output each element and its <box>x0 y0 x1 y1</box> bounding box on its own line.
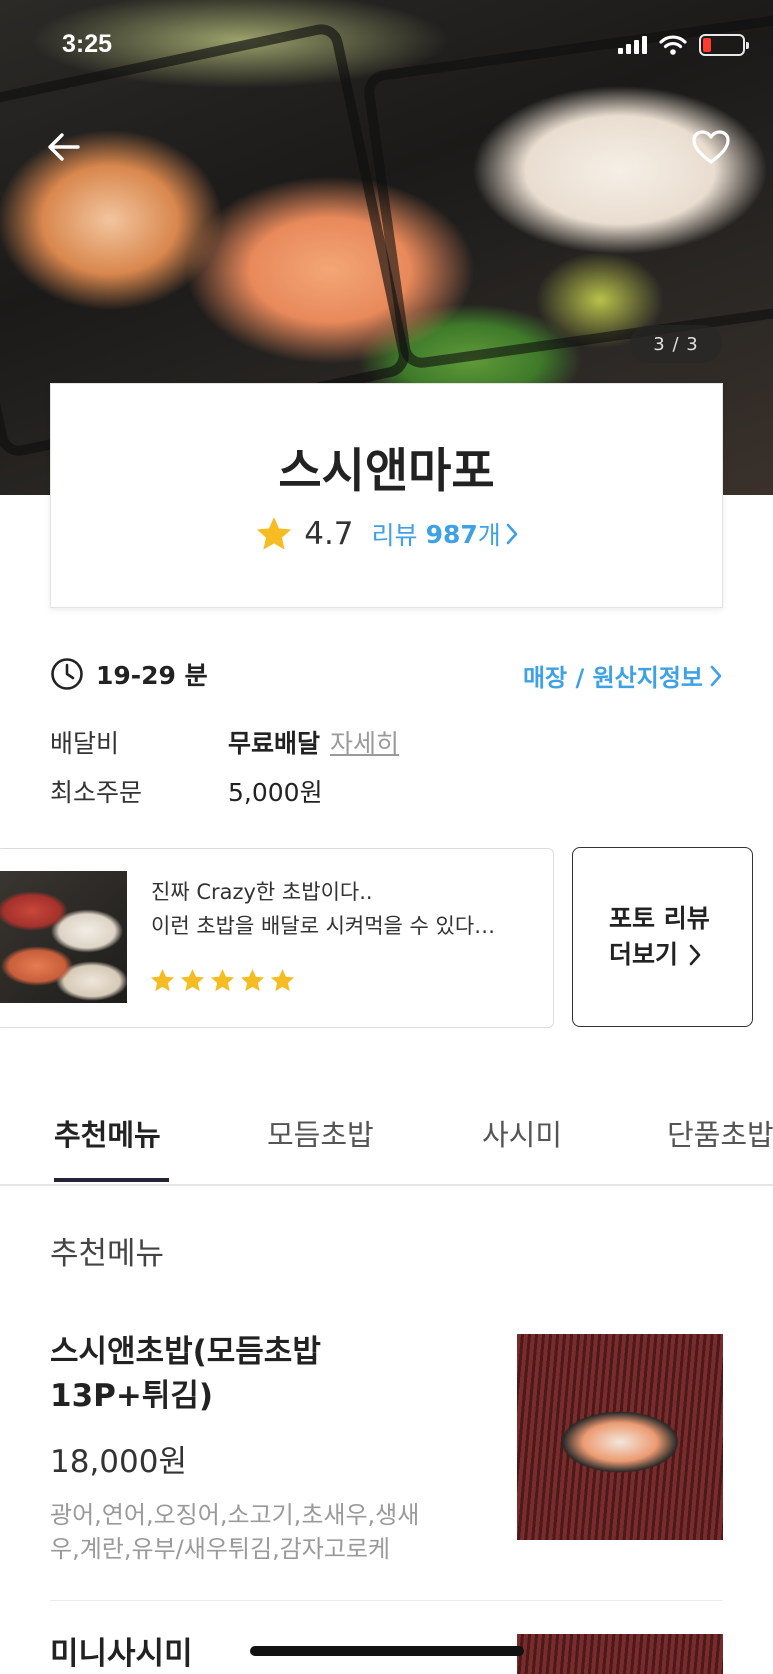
delivery-time: 19-29 분 <box>96 661 208 690</box>
delivery-fee-value: 무료배달 자세히 <box>228 724 399 760</box>
delivery-fee-label: 배달비 <box>50 729 120 758</box>
review-photo <box>0 871 127 1003</box>
review-unit: 개 <box>477 521 501 550</box>
home-indicator[interactable] <box>250 1646 524 1656</box>
image-pager: 3 / 3 <box>630 325 722 363</box>
photo-review-more-line2: 더보기 <box>609 937 752 973</box>
menu-item-name-line: 스시앤초밥(모듬초밥 <box>50 1334 321 1370</box>
clock-icon <box>51 658 83 690</box>
tab-assorted-sushi[interactable]: 모듬초밥 <box>267 1112 374 1154</box>
photo-review-more-button[interactable]: 포토 리뷰 더보기 <box>572 847 753 1027</box>
tab-single-sushi[interactable]: 단품초밥 <box>667 1112 773 1154</box>
divider <box>50 1600 723 1601</box>
store-info-label: 매장 / 원산지정보 <box>522 664 703 692</box>
menu-item-image <box>517 1634 723 1674</box>
review-count: 987 <box>425 519 478 549</box>
arrow-left-icon <box>48 133 80 161</box>
star-icon <box>210 969 235 992</box>
review-text: 진짜 Crazy한 초밥이다.. 이런 초밥을 배달로 시켜먹을 수 있다… <box>151 875 531 943</box>
menu-item-image <box>517 1334 723 1540</box>
battery-icon <box>699 34 749 56</box>
review-link[interactable]: 리뷰 987 개 <box>372 516 519 552</box>
rating-row: 4.7 리뷰 987 개 <box>51 514 722 554</box>
back-button[interactable] <box>42 125 86 169</box>
tab-sashimi[interactable]: 사시미 <box>482 1112 562 1154</box>
signal-icon <box>618 36 647 54</box>
photo-review-more-label: 더보기 <box>609 940 679 969</box>
rating-score: 4.7 <box>304 516 354 552</box>
delivery-time-row: 19-29 분 <box>50 656 208 692</box>
tab-recommended[interactable]: 추천메뉴 <box>54 1112 161 1154</box>
min-order-value: 5,000원 <box>228 778 323 807</box>
active-tab-indicator <box>54 1178 169 1182</box>
section-title: 추천메뉴 <box>50 1236 165 1272</box>
chevron-right-icon <box>506 523 518 545</box>
status-icons <box>618 34 749 56</box>
menu-item-description-line: 광어,연어,오징어,소고기,초새우,생새 <box>50 1501 420 1529</box>
star-icon <box>257 517 292 550</box>
status-time: 3:25 <box>62 30 113 58</box>
hero-tray-shape <box>361 9 773 371</box>
menu-item-name-line: 13P+튀김) <box>50 1378 214 1414</box>
favorite-button[interactable] <box>687 125 735 169</box>
review-text-line: 진짜 Crazy한 초밥이다.. <box>151 880 373 904</box>
star-icon <box>270 969 295 992</box>
photo-review-more-label: 포토 리뷰 <box>609 904 710 933</box>
delivery-fee-detail-link[interactable]: 자세히 <box>330 729 399 758</box>
menu-item-price: 18,000원 <box>50 1444 187 1480</box>
menu-item-description: 광어,연어,오징어,소고기,초새우,생새 우,계란,유부/새우튀김,감자고로케 <box>50 1498 480 1566</box>
review-preview-card[interactable]: 진짜 Crazy한 초밥이다.. 이런 초밥을 배달로 시켜먹을 수 있다… <box>0 848 554 1028</box>
menu-tabs: 추천메뉴 모듬초밥 사시미 단품초밥 <box>0 1090 773 1186</box>
store-name: 스시앤마포 <box>278 444 495 499</box>
review-label: 리뷰 <box>371 521 418 550</box>
review-stars <box>149 967 296 994</box>
chevron-right-icon <box>710 665 722 686</box>
menu-item-description-line: 우,계란,유부/새우튀김,감자고로케 <box>50 1535 391 1563</box>
menu-item-name: 스시앤초밥(모듬초밥 13P+튀김) <box>50 1330 450 1418</box>
chevron-right-icon <box>689 944 701 966</box>
delivery-fee-text: 무료배달 <box>228 729 321 758</box>
heart-icon <box>692 130 730 164</box>
store-info-link[interactable]: 매장 / 원산지정보 <box>523 658 723 693</box>
store-card: 스시앤마포 4.7 리뷰 987 개 <box>50 383 723 608</box>
star-icon <box>180 969 205 992</box>
star-icon <box>240 969 265 992</box>
menu-item[interactable]: 스시앤초밥(모듬초밥 13P+튀김) 18,000원 광어,연어,오징어,소고기… <box>0 1330 773 1570</box>
min-order-label: 최소주문 <box>50 778 143 807</box>
review-text-line: 이런 초밥을 배달로 시켜먹을 수 있다… <box>151 914 496 938</box>
star-icon <box>150 969 175 992</box>
wifi-icon <box>659 35 687 55</box>
